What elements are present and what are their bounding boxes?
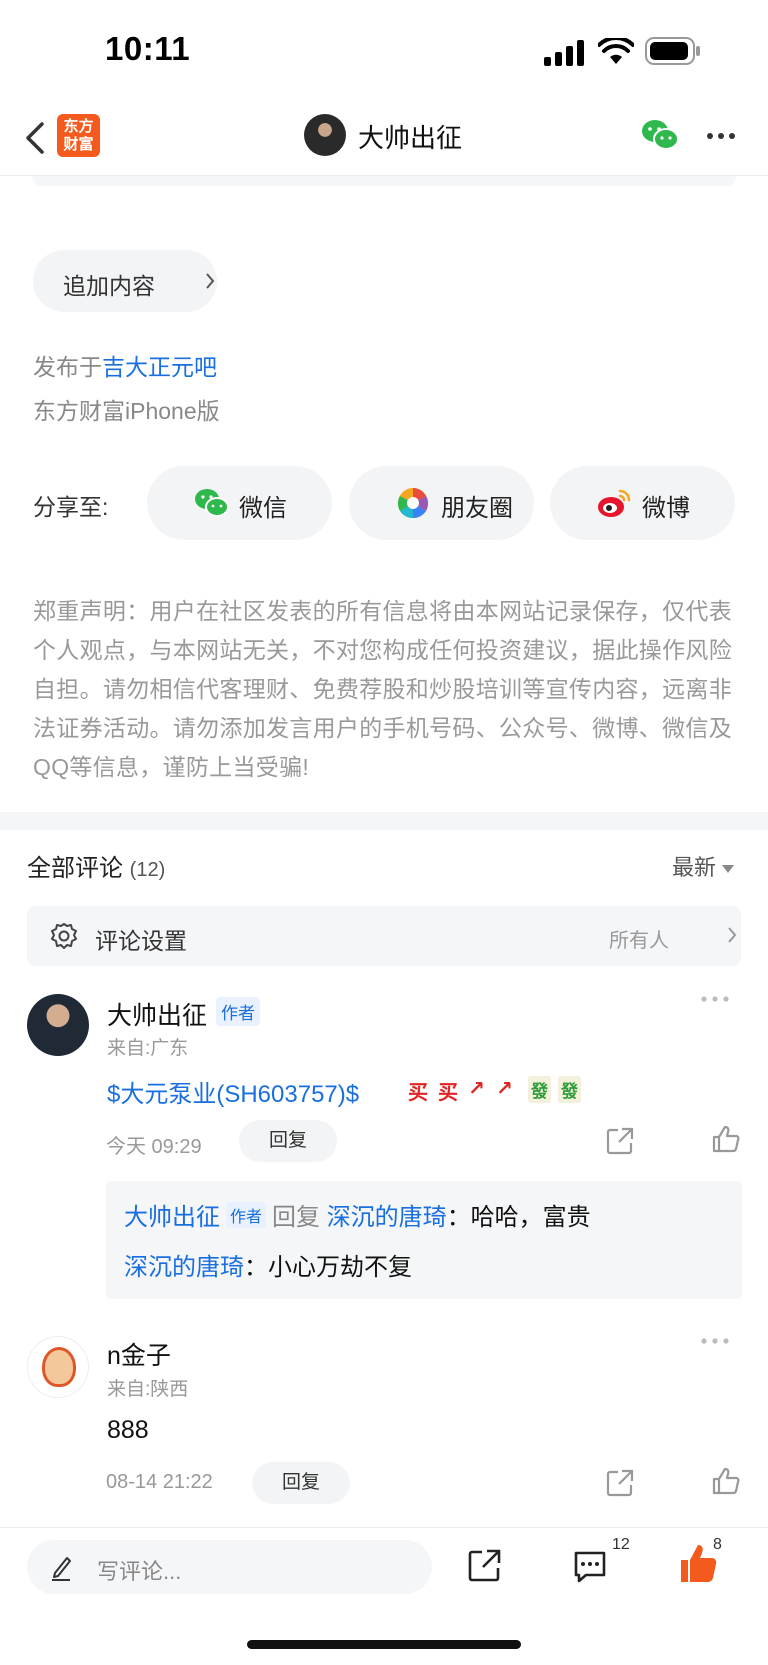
- gear-icon: [51, 923, 77, 949]
- write-comment-input[interactable]: 写评论...: [27, 1540, 432, 1594]
- dropdown-triangle-icon: [722, 865, 735, 874]
- disclaimer-text: 郑重声明：用户在社区发表的所有信息将由本网站记录保存，仅代表个人观点，与本网站无…: [33, 598, 732, 780]
- reply-button[interactable]: 回复: [252, 1462, 350, 1504]
- comments-title: 全部评论: [27, 855, 123, 882]
- reply-line: 大帅出征 作者 回复 深沉的唐琦：哈哈，富贵: [124, 1197, 591, 1232]
- share-label: 分享至:: [33, 494, 109, 520]
- back-chevron-icon[interactable]: [22, 118, 50, 158]
- logo-text-top: 东方: [63, 118, 94, 135]
- page-title[interactable]: 大帅出征: [358, 118, 462, 155]
- chevron-right-icon: [205, 272, 215, 290]
- moments-icon: [397, 488, 429, 519]
- reply-line: 深沉的唐琦：小心万劫不复: [124, 1247, 412, 1282]
- share-moments-label: 朋友圈: [441, 495, 513, 522]
- comment-timestamp: 08-14 21:22: [106, 1471, 213, 1493]
- reply-target-link[interactable]: 深沉的唐琦: [327, 1204, 447, 1231]
- author-avatar[interactable]: [304, 114, 346, 156]
- status-bar: 10:11: [0, 0, 768, 100]
- emoji-fa-2: 發: [558, 1076, 581, 1103]
- reply-thread[interactable]: 大帅出征 作者 回复 深沉的唐琦：哈哈，富贵 深沉的唐琦：小心万劫不复: [106, 1181, 742, 1299]
- commenter-avatar[interactable]: [27, 994, 89, 1056]
- comments-header: 全部评论 (12): [27, 848, 165, 883]
- published-in: 发布于吉大正元吧: [33, 348, 217, 382]
- logo-text-bottom: 财富: [63, 136, 94, 153]
- share-icon[interactable]: [466, 1548, 502, 1584]
- commenter-name[interactable]: 大帅出征: [107, 996, 207, 1032]
- commenter-name[interactable]: n金子: [107, 1336, 171, 1372]
- share-weibo-button[interactable]: 微博: [550, 466, 735, 540]
- sort-dropdown[interactable]: 最新: [672, 850, 735, 882]
- client-label: 东方财富iPhone版: [33, 398, 220, 424]
- app-logo[interactable]: 东方 财富: [57, 114, 100, 157]
- cartoon-avatar-icon: [42, 1347, 76, 1387]
- reply-text: ：小心万劫不复: [244, 1254, 412, 1281]
- wifi-icon: [598, 38, 634, 64]
- reply-verb: 回复: [272, 1204, 321, 1231]
- emoji-rise-2: ↗: [496, 1078, 513, 1100]
- share-icon[interactable]: [605, 1468, 635, 1498]
- share-icon[interactable]: [605, 1126, 635, 1156]
- like-count: 8: [713, 1536, 722, 1553]
- comments-count: (12): [129, 859, 166, 881]
- comment-icon[interactable]: [572, 1548, 608, 1584]
- bottom-action-bar: 写评论... 12 8: [0, 1527, 768, 1665]
- like-icon[interactable]: [711, 1466, 741, 1496]
- emoji-fa-1: 發: [528, 1076, 551, 1103]
- wechat-icon: [195, 489, 229, 517]
- commenter-location: 来自:陕西: [107, 1379, 189, 1400]
- nav-header: 东方 财富 大帅出征: [0, 100, 768, 176]
- reply-button[interactable]: 回复: [239, 1120, 337, 1162]
- share-wechat-button[interactable]: 微信: [147, 466, 332, 540]
- write-comment-placeholder: 写评论...: [97, 1559, 182, 1584]
- comment-more-icon[interactable]: [700, 1336, 730, 1346]
- emoji-buy-2: 买: [438, 1082, 458, 1104]
- section-divider: [0, 812, 768, 830]
- content-card-edge: [32, 176, 736, 186]
- forum-link[interactable]: 吉大正元吧: [102, 354, 217, 380]
- emoji-buy-1: 买: [408, 1082, 428, 1104]
- cellular-signal-icon: [544, 40, 584, 66]
- share-weibo-label: 微博: [642, 495, 690, 522]
- comment-count: 12: [612, 1536, 630, 1553]
- status-time: 10:11: [105, 30, 191, 67]
- comment-settings-value: 所有人: [609, 930, 669, 952]
- comment-settings-row[interactable]: 评论设置 所有人: [27, 906, 741, 966]
- comment-settings-label: 评论设置: [95, 928, 187, 954]
- reply-text: ：哈哈，富贵: [446, 1204, 591, 1231]
- emoji-rise-1: ↗: [468, 1078, 485, 1100]
- battery-icon: [645, 37, 700, 65]
- weibo-icon: [598, 489, 631, 517]
- reply-author-link[interactable]: 大帅出征: [124, 1204, 220, 1231]
- share-wechat-label: 微信: [239, 495, 287, 522]
- comment-timestamp: 今天 09:29: [106, 1136, 202, 1158]
- reply-author-link[interactable]: 深沉的唐琦: [124, 1254, 244, 1281]
- sort-label: 最新: [672, 855, 717, 880]
- commenter-location: 来自:广东: [107, 1038, 189, 1059]
- author-badge: 作者: [226, 1202, 267, 1228]
- published-prefix: 发布于: [33, 354, 102, 380]
- commenter-avatar[interactable]: [27, 1336, 89, 1398]
- home-indicator: [247, 1640, 521, 1649]
- wechat-icon[interactable]: [640, 118, 680, 152]
- thumbs-up-filled-icon[interactable]: [678, 1542, 718, 1584]
- comment-text: 888: [107, 1416, 149, 1444]
- comment-more-icon[interactable]: [700, 994, 730, 1004]
- append-content-button[interactable]: 追加内容: [33, 250, 217, 312]
- stock-link[interactable]: $大元泵业(SH603757)$: [107, 1074, 359, 1109]
- author-badge: 作者: [216, 997, 260, 1026]
- pencil-icon: [52, 1557, 71, 1581]
- share-moments-button[interactable]: 朋友圈: [349, 466, 534, 540]
- append-content-label: 追加内容: [63, 273, 155, 299]
- more-options-icon[interactable]: [706, 126, 736, 146]
- like-icon[interactable]: [711, 1124, 741, 1154]
- chevron-right-icon: [728, 927, 737, 943]
